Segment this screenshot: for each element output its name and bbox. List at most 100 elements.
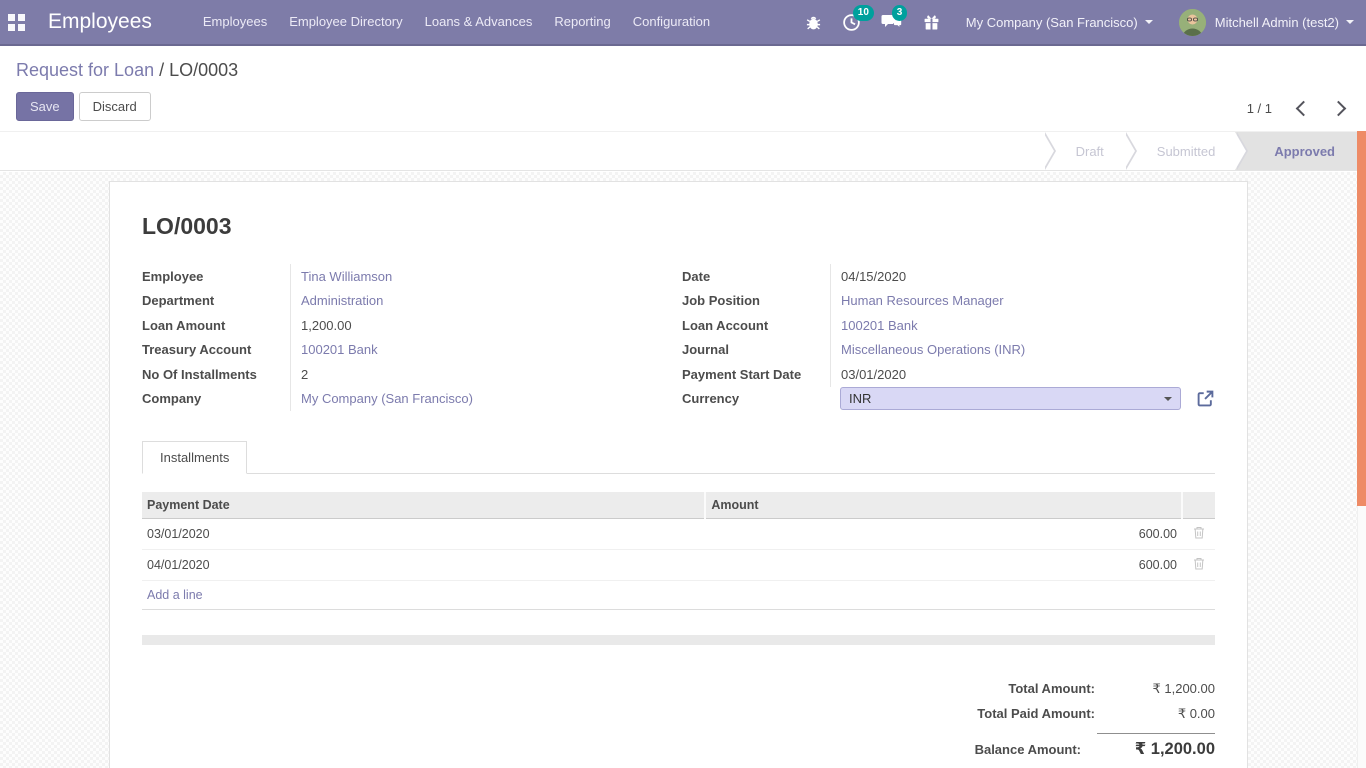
save-button[interactable]: Save xyxy=(16,92,74,121)
field-column-right: Date 04/15/2020 Job Position Human Resou… xyxy=(682,264,1215,411)
tab-installments[interactable]: Installments xyxy=(142,441,247,474)
content-area: LO/0003 Employee Tina Williamson Departm… xyxy=(0,172,1357,768)
department-value[interactable]: Administration xyxy=(290,289,644,314)
notebook-tabs: Installments xyxy=(142,441,1215,474)
breadcrumb-separator: / xyxy=(159,60,164,80)
status-step-draft[interactable]: Draft xyxy=(1056,132,1124,170)
payment-date-cell[interactable]: 03/01/2020 xyxy=(142,519,705,550)
journal-value[interactable]: Miscellaneous Operations (INR) xyxy=(830,338,1215,363)
main-menu: Employees Employee Directory Loans & Adv… xyxy=(192,0,721,45)
table-header-row: Payment Date Amount xyxy=(142,492,1215,519)
field-employee: Employee Tina Williamson xyxy=(142,264,644,289)
field-label: Journal xyxy=(682,342,830,357)
chevron-left-icon[interactable] xyxy=(1296,101,1312,117)
top-navbar: Employees Employees Employee Directory L… xyxy=(0,0,1366,46)
field-grid: Employee Tina Williamson Department Admi… xyxy=(142,264,1215,411)
balance-amount-row: Balance Amount: ₹ 1,200.00 xyxy=(975,733,1215,759)
total-paid-amount-label: Total Paid Amount: xyxy=(977,706,1095,721)
total-amount-label: Total Amount: xyxy=(1008,681,1095,696)
field-loan-amount: Loan Amount 1,200.00 xyxy=(142,313,644,338)
loan-amount-value[interactable]: 1,200.00 xyxy=(290,313,644,338)
pager-counter: 1 / 1 xyxy=(1247,101,1272,116)
field-label: Job Position xyxy=(682,293,830,308)
company-value[interactable]: My Company (San Francisco) xyxy=(290,387,644,412)
installments-table: Payment Date Amount 03/01/2020 600.00 xyxy=(142,492,1215,610)
discard-button[interactable]: Discard xyxy=(79,92,151,121)
field-company: Company My Company (San Francisco) xyxy=(142,387,644,412)
employee-value[interactable]: Tina Williamson xyxy=(290,264,644,289)
payment-start-date-value[interactable]: 03/01/2020 xyxy=(830,362,1215,387)
caret-down-icon xyxy=(1145,20,1153,24)
treasury-account-value[interactable]: 100201 Bank xyxy=(290,338,644,363)
installments-value[interactable]: 2 xyxy=(290,362,644,387)
gift-icon[interactable] xyxy=(923,14,940,31)
job-position-value[interactable]: Human Resources Manager xyxy=(830,289,1215,314)
menu-item-configuration[interactable]: Configuration xyxy=(622,0,721,44)
form-sheet: LO/0003 Employee Tina Williamson Departm… xyxy=(109,181,1248,768)
messages-icon[interactable]: 3 xyxy=(881,13,903,31)
breadcrumb-parent-link[interactable]: Request for Loan xyxy=(16,60,154,80)
menu-item-employees[interactable]: Employees xyxy=(192,0,278,44)
field-label: Date xyxy=(682,269,830,284)
field-label: Payment Start Date xyxy=(682,367,830,382)
amount-cell[interactable]: 600.00 xyxy=(705,519,1182,550)
currency-selected-value: INR xyxy=(849,391,871,406)
amount-cell[interactable]: 600.00 xyxy=(705,550,1182,581)
field-label: Company xyxy=(142,391,290,406)
field-job-position: Job Position Human Resources Manager xyxy=(682,289,1215,314)
field-date: Date 04/15/2020 xyxy=(682,264,1215,289)
statusbar-arrow xyxy=(1124,132,1137,170)
field-loan-account: Loan Account 100201 Bank xyxy=(682,313,1215,338)
app-brand[interactable]: Employees xyxy=(48,10,152,34)
systray: 10 3 My Company (San Francisco) xyxy=(785,9,1354,36)
delete-row-button[interactable] xyxy=(1182,550,1215,581)
delete-row-button[interactable] xyxy=(1182,519,1215,550)
status-step-approved[interactable]: Approved xyxy=(1248,132,1357,170)
field-column-left: Employee Tina Williamson Department Admi… xyxy=(142,264,644,411)
table-row[interactable]: 03/01/2020 600.00 xyxy=(142,519,1215,550)
page-scrollbar-thumb[interactable] xyxy=(1357,131,1366,506)
currency-select[interactable]: INR xyxy=(840,387,1181,410)
menu-item-loans-advances[interactable]: Loans & Advances xyxy=(414,0,544,44)
external-link-icon[interactable] xyxy=(1196,389,1215,408)
total-paid-amount-row: Total Paid Amount: ₹ 0.00 xyxy=(977,706,1215,722)
date-value[interactable]: 04/15/2020 xyxy=(830,264,1215,289)
field-currency: Currency INR xyxy=(682,387,1215,412)
apps-grid-icon[interactable] xyxy=(8,14,25,31)
total-amount-value: ₹ 1,200.00 xyxy=(1111,681,1215,697)
avatar xyxy=(1179,9,1206,36)
field-treasury-account: Treasury Account 100201 Bank xyxy=(142,338,644,363)
add-a-line-link[interactable]: Add a line xyxy=(142,581,1215,610)
chevron-right-icon[interactable] xyxy=(1331,101,1347,117)
field-label: Treasury Account xyxy=(142,342,290,357)
add-line-row: Add a line xyxy=(142,581,1215,610)
menu-item-reporting[interactable]: Reporting xyxy=(543,0,621,44)
caret-down-icon xyxy=(1164,397,1172,401)
activity-clock-icon[interactable]: 10 xyxy=(842,13,861,32)
payment-date-cell[interactable]: 04/01/2020 xyxy=(142,550,705,581)
control-panel: Request for Loan / LO/0003 Save Discard … xyxy=(0,46,1366,131)
field-label: Loan Account xyxy=(682,318,830,333)
totals-block: Total Amount: ₹ 1,200.00 Total Paid Amou… xyxy=(142,681,1215,768)
column-header-payment-date[interactable]: Payment Date xyxy=(142,492,705,519)
user-menu[interactable]: Mitchell Admin (test2) xyxy=(1179,9,1354,36)
table-horizontal-scrollbar[interactable] xyxy=(142,635,1215,645)
total-paid-amount-value: ₹ 0.00 xyxy=(1111,706,1215,722)
field-payment-start-date: Payment Start Date 03/01/2020 xyxy=(682,362,1215,387)
control-buttons: Save Discard xyxy=(16,92,1350,121)
field-label: Loan Amount xyxy=(142,318,290,333)
loan-account-value[interactable]: 100201 Bank xyxy=(830,313,1215,338)
breadcrumb: Request for Loan / LO/0003 xyxy=(16,59,1350,81)
currency-field: INR xyxy=(830,387,1215,412)
balance-amount-label: Balance Amount: xyxy=(975,742,1081,757)
bug-icon[interactable] xyxy=(805,14,822,31)
field-journal: Journal Miscellaneous Operations (INR) xyxy=(682,338,1215,363)
caret-down-icon xyxy=(1346,20,1354,24)
menu-item-employee-directory[interactable]: Employee Directory xyxy=(278,0,413,44)
column-header-amount[interactable]: Amount xyxy=(705,492,1182,519)
table-row[interactable]: 04/01/2020 600.00 xyxy=(142,550,1215,581)
page-scrollbar-track[interactable] xyxy=(1357,131,1366,768)
status-step-submitted[interactable]: Submitted xyxy=(1137,132,1236,170)
breadcrumb-current: LO/0003 xyxy=(169,60,238,80)
company-switcher[interactable]: My Company (San Francisco) xyxy=(966,15,1153,30)
